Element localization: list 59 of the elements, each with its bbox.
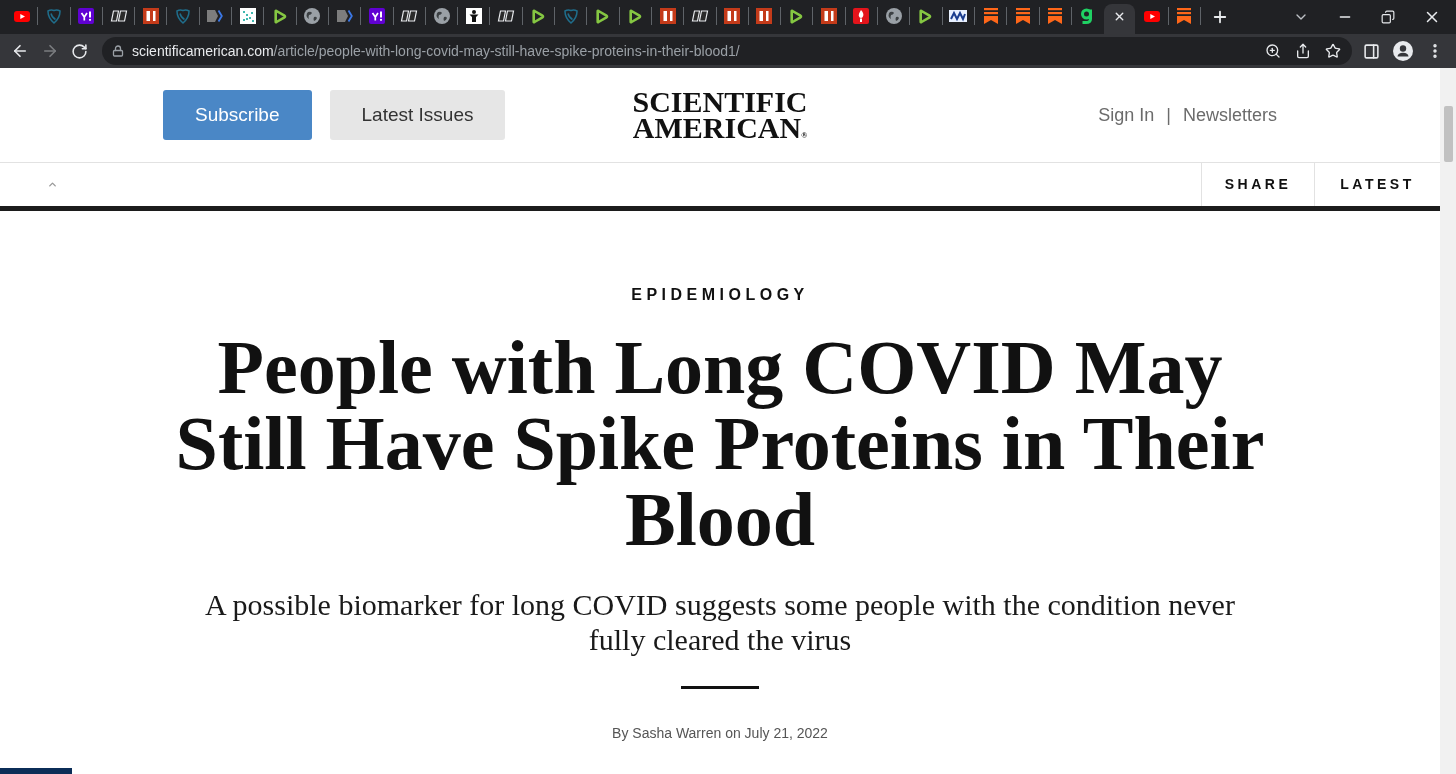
link-separator: | — [1166, 103, 1171, 127]
bars-tile-icon — [724, 8, 741, 24]
play-outline-icon — [919, 8, 933, 24]
url-text: scientificamerican.com/article/people-with-long-covid-may-still-have-spike-proteins-in-their-blood1/ — [132, 41, 740, 61]
bookmark-icon — [1015, 8, 1030, 24]
globe-icon — [304, 8, 321, 24]
scrollbar[interactable] — [1440, 68, 1456, 774]
restore-icon[interactable] — [1381, 10, 1395, 24]
address-bar[interactable]: scientificamerican.com/article/people-with-long-covid-may-still-have-spike-proteins-in-their-blood1/ — [102, 37, 1352, 65]
shield-icon — [563, 8, 578, 24]
subscribe-button[interactable]: Subscribe — [163, 90, 312, 140]
play-outline-icon — [628, 8, 642, 24]
issues-button[interactable]: Latest Issues — [329, 90, 506, 140]
chevron-tag-icon — [336, 9, 353, 23]
scrollbar-thumb[interactable] — [1443, 106, 1453, 162]
zoom-in-icon[interactable] — [1265, 43, 1281, 59]
play-outline-icon — [596, 8, 610, 24]
reload-icon[interactable] — [71, 42, 88, 60]
shield-icon — [176, 8, 191, 24]
bookmark-icon — [1048, 8, 1063, 24]
play-outline-icon — [273, 8, 287, 24]
exclamation-tile-icon — [368, 8, 385, 24]
globe-icon — [885, 8, 902, 24]
plus-icon[interactable] — [1211, 8, 1229, 26]
article-title: People with Long COVID May Still Have Spike Proteins in Their Blood — [174, 329, 1266, 557]
globe-icon — [433, 8, 450, 24]
slanted-bars-icon — [690, 10, 709, 22]
bars-tile-icon — [659, 8, 676, 24]
lock-icon[interactable] — [112, 45, 124, 57]
slanted-bars-icon — [400, 10, 419, 22]
header-link[interactable]: Sign In — [1098, 101, 1155, 129]
dotted-tile-icon — [239, 8, 256, 24]
slanted-bars-icon — [497, 10, 516, 22]
section-label[interactable]: EPIDEMIOLOGY — [631, 285, 809, 305]
play-tile-icon — [1144, 10, 1161, 22]
play-outline-icon — [790, 8, 804, 24]
profile-icon[interactable] — [1393, 41, 1413, 61]
slanted-bars-icon — [109, 10, 128, 22]
article-subtitle: A possible biomarker for long COVID suggests some people with the condition never fully cleared the virus — [204, 587, 1236, 657]
bars-tile-icon — [821, 8, 838, 24]
hook-icon — [1080, 8, 1095, 24]
share-icon[interactable] — [1295, 43, 1311, 59]
bookmark-icon — [1177, 8, 1192, 24]
flame-tile-icon — [853, 8, 870, 24]
byline: By Sasha Warren on July 21, 2022 — [612, 724, 828, 743]
zigzag-tile-icon — [949, 10, 968, 22]
bars-tile-icon — [756, 8, 773, 24]
side-panel-icon[interactable] — [1363, 42, 1380, 60]
play-tile-icon — [13, 10, 30, 22]
shield-icon — [46, 8, 61, 24]
header-link[interactable]: Newsletters — [1182, 101, 1277, 129]
play-outline-icon — [531, 8, 545, 24]
star-icon[interactable] — [1325, 43, 1341, 59]
chevron-tag-icon — [207, 9, 224, 23]
partial-panel — [0, 768, 72, 774]
exclamation-tile-icon — [78, 8, 95, 24]
bars-tile-icon — [142, 8, 159, 24]
figure-tile-icon — [465, 8, 482, 24]
bookmark-icon — [983, 8, 998, 24]
